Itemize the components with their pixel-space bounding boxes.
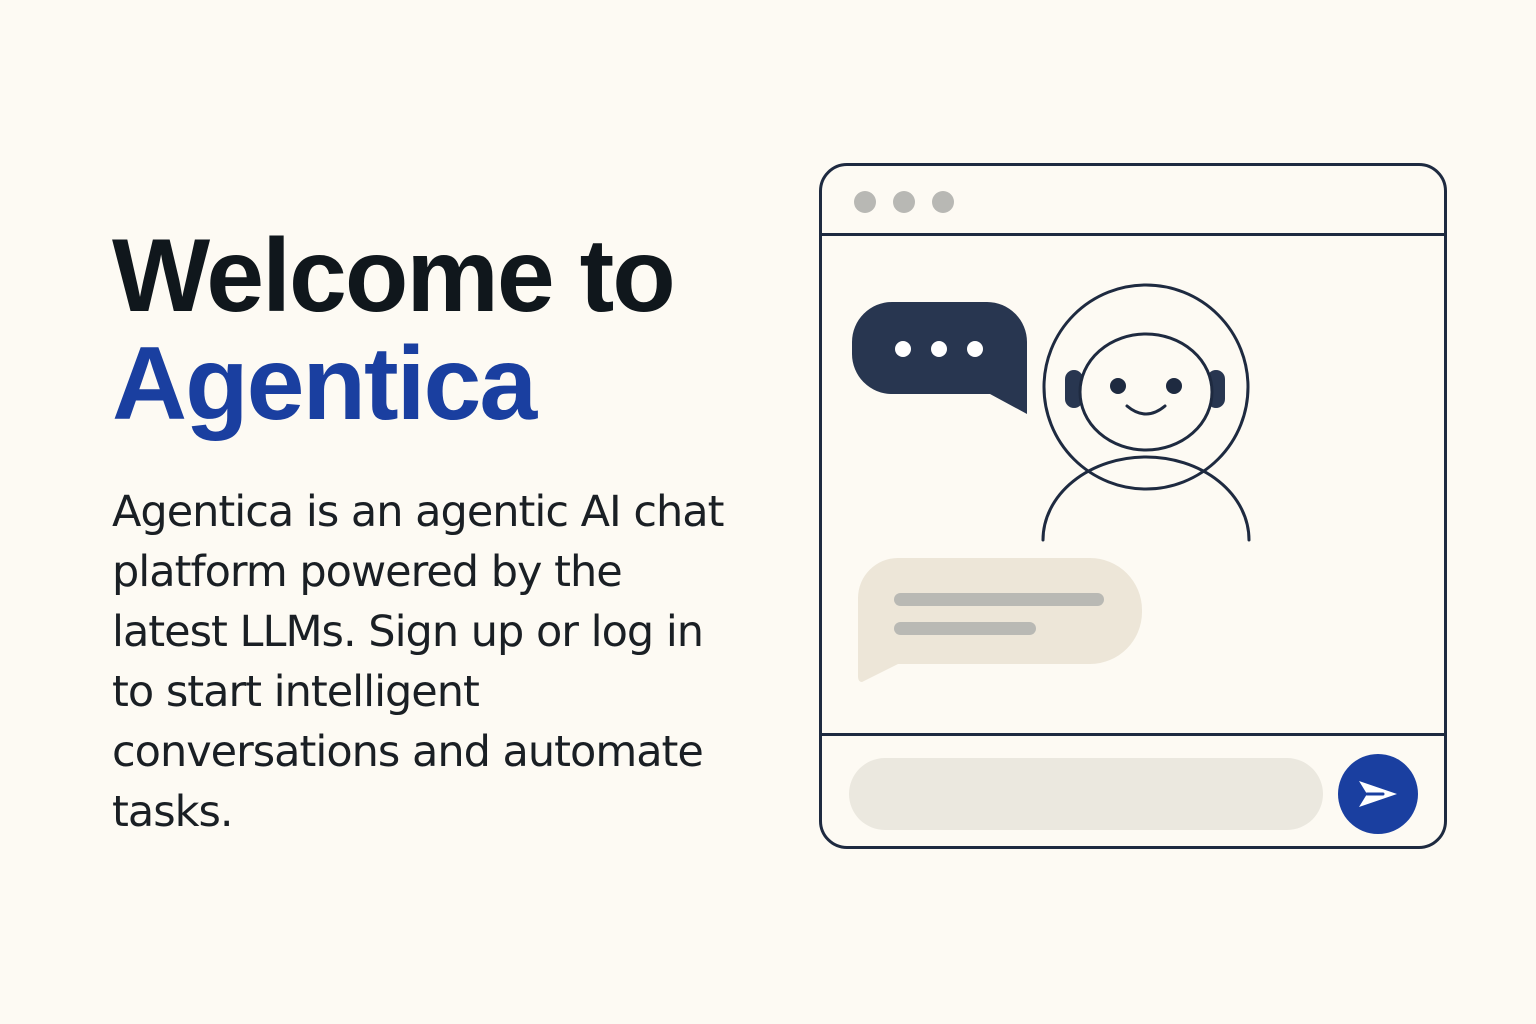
landing-page: Welcome to Agentica Agentica is an agent… [0, 0, 1536, 1024]
message-placeholder-icon [858, 558, 1142, 682]
window-control-dot [932, 191, 954, 213]
ellipsis-icon [852, 302, 1027, 414]
window-titlebar [822, 166, 1444, 236]
hero-description: Agentica is an agentic AI chat platform … [112, 487, 725, 837]
send-button[interactable] [1338, 754, 1418, 834]
title-brand-name: Agentica [112, 326, 537, 442]
message-input[interactable] [849, 758, 1323, 830]
chat-window-illustration [819, 163, 1447, 849]
window-control-dot [854, 191, 876, 213]
hero-section: Welcome to Agentica Agentica is an agent… [112, 222, 752, 842]
page-title: Welcome to Agentica [112, 222, 752, 438]
message-composer [822, 733, 1444, 846]
title-welcome: Welcome to [112, 218, 676, 334]
send-icon [1359, 781, 1397, 807]
window-control-dot [893, 191, 915, 213]
robot-avatar-icon [1041, 283, 1251, 542]
